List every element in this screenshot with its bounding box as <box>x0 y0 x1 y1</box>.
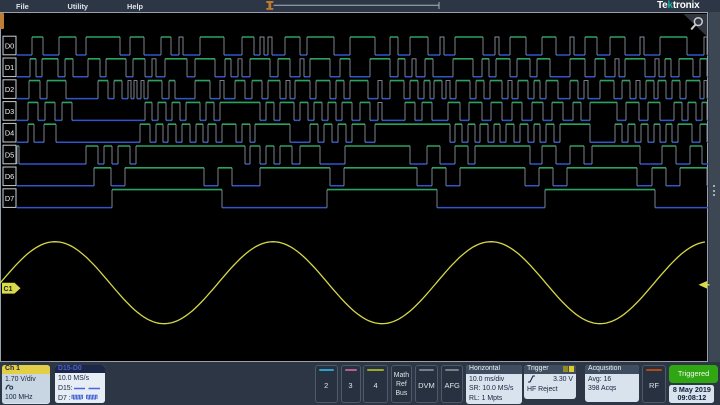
svg-text:C1: C1 <box>4 286 13 293</box>
svg-text:D5: D5 <box>5 150 14 159</box>
svg-text:D2: D2 <box>5 85 14 94</box>
svg-text:D1: D1 <box>5 63 14 72</box>
svg-text:D4: D4 <box>5 129 14 138</box>
svg-text:D0: D0 <box>5 41 14 50</box>
svg-text:D6: D6 <box>5 172 14 181</box>
svg-text:D7: D7 <box>5 194 14 203</box>
svg-text:D3: D3 <box>5 107 14 116</box>
